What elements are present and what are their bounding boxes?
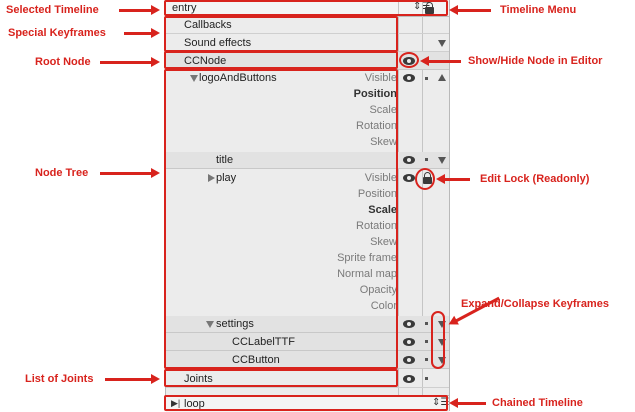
annotation-list-of-joints: List of Joints: [25, 373, 94, 385]
arrow-left: [449, 5, 491, 15]
arrow-right: [100, 168, 160, 178]
lock-dot-icon[interactable]: [425, 340, 428, 343]
eye-icon[interactable]: [403, 375, 415, 383]
highlight-root-node: [164, 51, 398, 69]
highlight-lock: [415, 168, 435, 190]
arrow-right: [100, 57, 160, 67]
lock-dot-icon[interactable]: [425, 377, 428, 380]
highlight-expand-collapse: [431, 311, 445, 369]
lock-dot-icon[interactable]: [425, 322, 428, 325]
lock-dot-icon[interactable]: [425, 77, 428, 80]
lock-dot-icon[interactable]: [425, 358, 428, 361]
arrow-right: [119, 5, 160, 15]
arrow-right: [124, 28, 160, 38]
annotation-selected-timeline: Selected Timeline: [6, 4, 99, 16]
annotation-node-tree: Node Tree: [35, 167, 89, 179]
highlight-joints: [164, 369, 398, 387]
eye-icon[interactable]: [403, 338, 415, 346]
expand-keyframes-icon[interactable]: [438, 40, 446, 47]
highlight-eye: [399, 52, 419, 68]
collapse-keyframes-icon[interactable]: [438, 74, 446, 81]
annotation-show-hide: Show/Hide Node in Editor: [468, 55, 603, 67]
arrow-left: [449, 398, 486, 408]
arrow-left: [436, 174, 470, 184]
lock-dot-icon[interactable]: [425, 158, 428, 161]
highlight-chained-timeline: [164, 395, 448, 411]
annotation-root-node: Root Node: [35, 56, 91, 68]
eye-icon[interactable]: [403, 320, 415, 328]
eye-icon[interactable]: [403, 74, 415, 82]
annotation-chained-timeline: Chained Timeline: [492, 397, 583, 409]
expand-keyframes-icon[interactable]: [438, 157, 446, 164]
eye-icon[interactable]: [403, 156, 415, 164]
eye-icon[interactable]: [403, 174, 415, 182]
highlight-timeline-bar: [164, 0, 448, 16]
highlight-node-tree: [164, 69, 398, 369]
arrow-left: [420, 56, 461, 66]
annotation-timeline-menu: Timeline Menu: [500, 4, 577, 16]
eye-icon[interactable]: [403, 356, 415, 364]
annotation-edit-lock: Edit Lock (Readonly): [480, 173, 590, 185]
annotation-special-keyframes: Special Keyframes: [8, 27, 106, 39]
arrow-right: [105, 374, 160, 384]
highlight-special-keyframes: [164, 16, 398, 52]
